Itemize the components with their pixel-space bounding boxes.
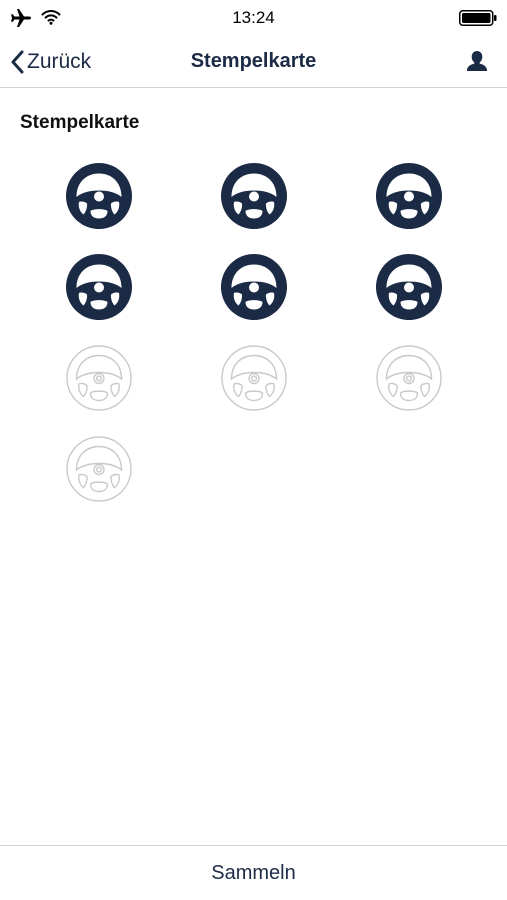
steering-wheel-icon-filled [221, 163, 287, 229]
collect-button[interactable]: Sammeln [0, 846, 507, 900]
profile-button[interactable] [466, 50, 488, 77]
section-title: Stempelkarte [20, 112, 140, 133]
steering-wheel-icon-empty [376, 345, 442, 411]
back-button[interactable]: Zurück [10, 48, 91, 76]
steering-wheel-icon-filled [221, 254, 287, 320]
steering-wheel-icon-filled [66, 163, 132, 229]
steering-wheel-icon-filled [376, 163, 442, 229]
person-icon [467, 51, 487, 71]
steering-wheel-icon-filled [376, 254, 442, 320]
steering-wheel-icon-empty [221, 345, 287, 411]
steering-wheel-icon-filled [66, 254, 132, 320]
bottom-bar: Sammeln [0, 845, 507, 900]
status-bar: 13:24 [0, 0, 507, 36]
steering-wheel-icon-empty [66, 345, 132, 411]
chevron-left-icon [11, 50, 24, 74]
battery-icon [459, 10, 497, 26]
steering-wheel-icon-empty [66, 436, 132, 502]
navigation-bar: Zurück Stempelkarte [0, 36, 507, 88]
back-label: Zurück [27, 50, 92, 73]
status-time: 13:24 [232, 8, 275, 27]
